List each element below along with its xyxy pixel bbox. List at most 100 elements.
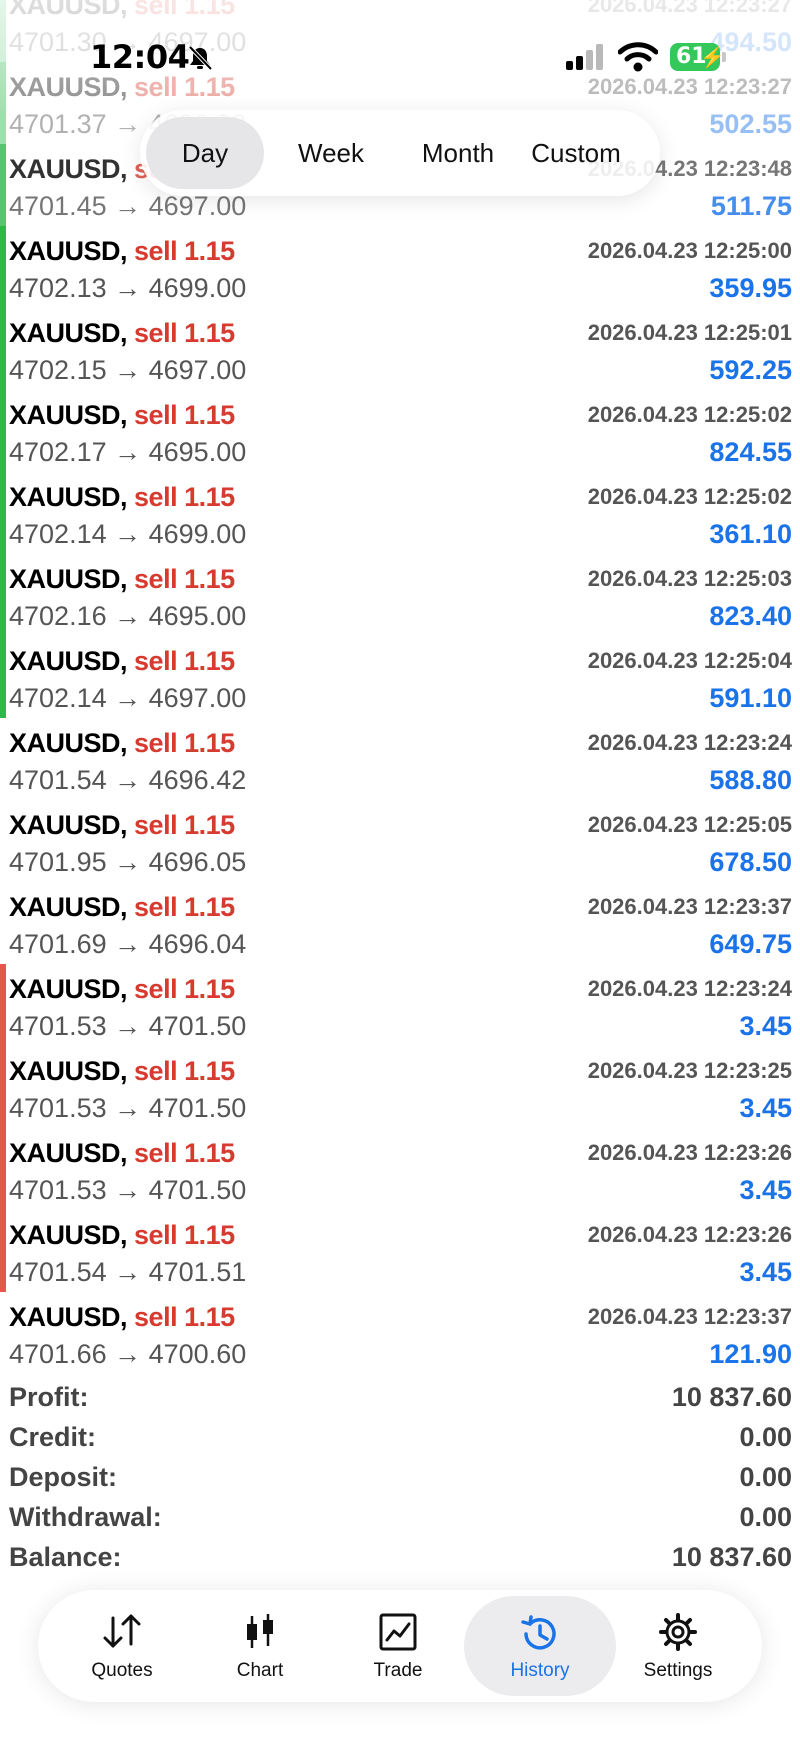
- table-row[interactable]: XAUUSD, sell 1.15 4701.66 → 4700.60 2026…: [0, 1292, 800, 1374]
- tab-custom[interactable]: Custom: [518, 117, 634, 189]
- trade-side-volume: sell 1.15: [134, 1302, 235, 1332]
- trade-side-volume: sell 1.15: [134, 236, 235, 266]
- trade-time: 2026.04.23 12:25:02: [587, 402, 792, 427]
- trade-symbol: XAUUSD,: [9, 810, 128, 840]
- table-row[interactable]: XAUUSD, sell 1.15 4702.17 → 4695.00 2026…: [0, 390, 800, 472]
- trade-price-line: 4701.53 → 4701.50: [9, 1011, 247, 1041]
- tab-history[interactable]: History: [464, 1596, 616, 1696]
- account-summary: Profit: 10 837.60 Credit: 0.00 Deposit: …: [0, 1378, 800, 1578]
- trade-profit: 3.45: [739, 1175, 792, 1205]
- tab-quotes[interactable]: Quotes: [52, 1590, 192, 1702]
- row-status-marker: [0, 800, 6, 882]
- open-price: 4701.69: [9, 929, 107, 959]
- summary-credit-row: Credit: 0.00: [0, 1418, 800, 1458]
- table-row[interactable]: XAUUSD, sell 1.15 4701.54 → 4701.51 2026…: [0, 1210, 800, 1292]
- table-row[interactable]: XAUUSD, sell 1.15 4702.15 → 4697.00 2026…: [0, 308, 800, 390]
- open-price: 4701.53: [9, 1175, 107, 1205]
- trade-profit: 823.40: [709, 601, 792, 631]
- trade-side-volume: sell 1.15: [134, 1220, 235, 1250]
- table-row[interactable]: XAUUSD, sell 1.15 4701.53 → 4701.50 2026…: [0, 964, 800, 1046]
- table-row[interactable]: XAUUSD, sell 1.15 4702.13 → 4699.00 2026…: [0, 226, 800, 308]
- table-row[interactable]: XAUUSD, sell 1.15 4701.53 → 4701.50 2026…: [0, 1128, 800, 1210]
- period-selector: Day Week Month Custom: [140, 110, 660, 196]
- tab-label: Trade: [373, 1660, 423, 1681]
- tab-trade[interactable]: Trade: [328, 1590, 468, 1702]
- tab-settings[interactable]: Settings: [608, 1590, 748, 1702]
- trade-symbol-line: XAUUSD, sell 1.15: [9, 482, 235, 513]
- table-row[interactable]: XAUUSD, sell 1.15 4702.14 → 4699.00 2026…: [0, 472, 800, 554]
- trade-profit: 511.75: [710, 191, 792, 221]
- row-status-marker: [0, 1210, 6, 1292]
- trade-price-line: 4701.53 → 4701.50: [9, 1093, 247, 1123]
- close-price: 4701.51: [148, 1257, 247, 1287]
- open-price: 4701.45: [9, 191, 107, 221]
- trade-profit: 678.50: [709, 847, 792, 877]
- trade-time: 2026.04.23 12:23:26: [587, 1222, 792, 1247]
- open-price: 4701.53: [9, 1093, 107, 1123]
- gear-icon: [659, 1613, 697, 1651]
- trade-price-line: 4702.13 → 4699.00: [9, 273, 247, 303]
- close-price: 4701.50: [148, 1093, 247, 1123]
- row-status-marker: [0, 144, 6, 226]
- trade-history-list: XAUUSD, sell 1.15 4701.30 → 4697.00 2026…: [0, 0, 800, 1374]
- trade-price-line: 4701.69 → 4696.04: [9, 929, 247, 959]
- trade-profit: 359.95: [709, 273, 792, 303]
- trade-symbol: XAUUSD,: [9, 1302, 128, 1332]
- trade-time: 2026.04.23 12:23:37: [587, 894, 792, 919]
- trade-symbol: XAUUSD,: [9, 154, 128, 184]
- trade-profit: 649.75: [709, 929, 792, 959]
- trade-profit: 591.10: [709, 683, 792, 713]
- table-row[interactable]: XAUUSD, sell 1.15 4701.54 → 4696.42 2026…: [0, 718, 800, 800]
- trade-price-line: 4701.54 → 4696.42: [9, 765, 247, 795]
- table-row[interactable]: XAUUSD, sell 1.15 4701.53 → 4701.50 2026…: [0, 1046, 800, 1128]
- trade-price-line: 4702.15 → 4697.00: [9, 355, 247, 385]
- trade-side-volume: sell 1.15: [134, 892, 235, 922]
- trade-symbol: XAUUSD,: [9, 400, 128, 430]
- close-price: 4701.50: [148, 1011, 247, 1041]
- trade-symbol: XAUUSD,: [9, 974, 128, 1004]
- trade-time: 2026.04.23 12:23:37: [587, 1304, 792, 1329]
- trade-symbol: XAUUSD,: [9, 1138, 128, 1168]
- table-row[interactable]: XAUUSD, sell 1.15 4701.95 → 4696.05 2026…: [0, 800, 800, 882]
- summary-profit-row: Profit: 10 837.60: [0, 1378, 800, 1418]
- trade-symbol-line: XAUUSD, sell 1.15: [9, 400, 235, 431]
- trade-symbol-line: XAUUSD, sell 1.15: [9, 810, 235, 841]
- trade-symbol: XAUUSD,: [9, 646, 128, 676]
- trade-profit: 3.45: [739, 1257, 792, 1287]
- tab-day[interactable]: Day: [146, 117, 264, 189]
- trade-price-line: 4702.14 → 4697.00: [9, 683, 247, 713]
- trade-side-volume: sell 1.15: [134, 646, 235, 676]
- close-price: 4697.00: [148, 683, 247, 713]
- quotes-arrows-icon: [103, 1614, 141, 1648]
- trade-symbol-line: XAUUSD, sell 1.15: [9, 236, 235, 267]
- open-price: 4701.95: [9, 847, 107, 877]
- close-price: 4696.04: [148, 929, 247, 959]
- row-status-marker: [0, 472, 6, 554]
- trade-time: 2026.04.23 12:23:24: [587, 976, 792, 1001]
- trade-profit: 3.45: [739, 1011, 792, 1041]
- trade-side-volume: sell 1.15: [134, 318, 235, 348]
- open-price: 4702.13: [9, 273, 107, 303]
- row-status-marker: [0, 636, 6, 718]
- summary-value: 10 837.60: [671, 1382, 792, 1412]
- row-status-marker: [0, 964, 6, 1046]
- trade-price-line: 4702.16 → 4695.00: [9, 601, 247, 631]
- trade-price-line: 4702.17 → 4695.00: [9, 437, 247, 467]
- trade-time: 2026.04.23 12:23:25: [587, 1058, 792, 1083]
- trade-side-volume: sell 1.15: [134, 400, 235, 430]
- table-row[interactable]: XAUUSD, sell 1.15 4702.16 → 4695.00 2026…: [0, 554, 800, 636]
- tab-month[interactable]: Month: [398, 117, 518, 189]
- row-status-marker: [0, 390, 6, 472]
- table-row[interactable]: XAUUSD, sell 1.15 4702.14 → 4697.00 2026…: [0, 636, 800, 718]
- tab-chart[interactable]: Chart: [190, 1590, 330, 1702]
- trade-side-volume: sell 1.15: [134, 810, 235, 840]
- trade-profit: 3.45: [739, 1093, 792, 1123]
- table-row[interactable]: XAUUSD, sell 1.15 4701.69 → 4696.04 2026…: [0, 882, 800, 964]
- summary-withdrawal-row: Withdrawal: 0.00: [0, 1498, 800, 1538]
- summary-label: Withdrawal:: [9, 1502, 162, 1532]
- trade-price-line: 4701.54 → 4701.51: [9, 1257, 247, 1287]
- tab-week[interactable]: Week: [264, 117, 398, 189]
- trade-symbol: XAUUSD,: [9, 1056, 128, 1086]
- wifi-icon: [618, 42, 658, 72]
- cellular-signal-icon: [566, 44, 603, 70]
